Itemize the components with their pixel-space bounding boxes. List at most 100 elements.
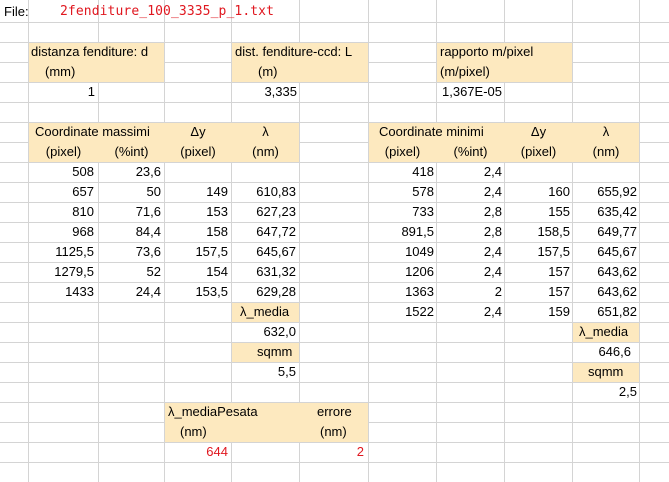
minimi-cell[interactable]: 643,62 — [573, 282, 637, 302]
gridline — [0, 82, 669, 83]
minimi-cell[interactable]: 2,8 — [437, 202, 502, 222]
minimi-cell[interactable]: 2,8 — [437, 222, 502, 242]
minimi-cell[interactable]: 155 — [505, 202, 570, 222]
gridline — [0, 22, 669, 23]
massimi-cell[interactable]: 157,5 — [165, 242, 228, 262]
minimi-cell[interactable]: 158,5 — [505, 222, 570, 242]
minimi-col-int: (%int) — [453, 144, 488, 159]
massimi-dy-header: Δy — [190, 124, 206, 139]
minimi-cell[interactable]: 891,5 — [369, 222, 434, 242]
minimi-cell[interactable]: 1522 — [369, 302, 434, 322]
gridline — [639, 0, 640, 482]
param-L-value[interactable]: 3,335 — [232, 82, 297, 102]
file-name: 2fenditure_100_3335_p_1.txt — [60, 4, 275, 19]
minimi-cell[interactable]: 649,77 — [573, 222, 637, 242]
massimi-cell[interactable]: 73,6 — [99, 242, 161, 262]
minimi-cell[interactable]: 643,62 — [573, 262, 637, 282]
param-d-unit: (mm) — [45, 64, 76, 79]
massimi-sqmm-value[interactable]: 5,5 — [232, 362, 296, 382]
minimi-cell[interactable] — [573, 162, 637, 182]
summary-errore-unit: (nm) — [320, 424, 347, 439]
minimi-cell[interactable]: 1363 — [369, 282, 434, 302]
minimi-cell[interactable] — [505, 162, 570, 182]
minimi-cell[interactable]: 2,4 — [437, 182, 502, 202]
minimi-cell[interactable]: 157 — [505, 262, 570, 282]
minimi-cell[interactable]: 2,4 — [437, 242, 502, 262]
summary-errore-value[interactable]: 2 — [300, 442, 364, 462]
massimi-cell[interactable]: 645,67 — [232, 242, 296, 262]
summary-pesata-unit: (nm) — [180, 424, 207, 439]
massimi-cell[interactable]: 810 — [29, 202, 94, 222]
minimi-cell[interactable]: 418 — [369, 162, 434, 182]
massimi-cell[interactable]: 629,28 — [232, 282, 296, 302]
param-L-title: dist. fenditure-ccd: L — [235, 44, 353, 59]
massimi-cell[interactable]: 610,83 — [232, 182, 296, 202]
massimi-cell[interactable]: 631,32 — [232, 262, 296, 282]
minimi-sqmm-value[interactable]: 2,5 — [573, 382, 637, 402]
minimi-cell[interactable]: 1206 — [369, 262, 434, 282]
massimi-lambda-media-label: λ_media — [240, 304, 290, 319]
gridline — [0, 322, 669, 323]
gridline — [0, 102, 669, 103]
massimi-cell[interactable]: 153,5 — [165, 282, 228, 302]
massimi-cell[interactable]: 71,6 — [99, 202, 161, 222]
massimi-cell[interactable]: 657 — [29, 182, 94, 202]
param-d-value[interactable]: 1 — [29, 82, 95, 102]
minimi-lambda-media-value[interactable]: 646,6 — [573, 342, 631, 362]
minimi-cell[interactable]: 160 — [505, 182, 570, 202]
massimi-cell[interactable] — [232, 162, 296, 182]
minimi-col-lambda: (nm) — [592, 144, 620, 159]
minimi-sqmm-label: sqmm — [588, 364, 624, 379]
massimi-cell[interactable]: 149 — [165, 182, 228, 202]
param-ratio-unit: (m/pixel) — [440, 64, 490, 79]
param-L-unit: (m) — [258, 64, 278, 79]
massimi-col-lambda: (nm) — [252, 144, 279, 159]
minimi-cell[interactable]: 635,42 — [573, 202, 637, 222]
minimi-lambda-header: λ — [602, 124, 610, 139]
massimi-cell[interactable]: 968 — [29, 222, 94, 242]
minimi-col-pixel: (pixel) — [384, 144, 421, 159]
file-label: File: — [4, 4, 29, 19]
summary-pesata-label: λ_mediaPesata — [168, 404, 258, 419]
massimi-cell[interactable]: 508 — [29, 162, 94, 182]
massimi-cell[interactable]: 1279,5 — [29, 262, 94, 282]
massimi-col-int: (%int) — [114, 144, 149, 159]
spreadsheet-grid[interactable]: File: 2fenditure_100_3335_p_1.txt distan… — [0, 0, 669, 482]
massimi-col-pixel: (pixel) — [45, 144, 82, 159]
massimi-cell[interactable]: 627,23 — [232, 202, 296, 222]
massimi-cell[interactable]: 647,72 — [232, 222, 296, 242]
massimi-cell[interactable]: 1125,5 — [29, 242, 94, 262]
massimi-cell[interactable]: 23,6 — [99, 162, 161, 182]
param-ratio-value[interactable]: 1,367E-05 — [437, 82, 502, 102]
minimi-cell[interactable]: 733 — [369, 202, 434, 222]
summary-pesata-value[interactable]: 644 — [165, 442, 228, 462]
minimi-cell[interactable]: 2,4 — [437, 302, 502, 322]
massimi-cell[interactable]: 158 — [165, 222, 228, 242]
minimi-title: Coordinate minimi — [379, 124, 484, 139]
minimi-cell[interactable]: 645,67 — [573, 242, 637, 262]
minimi-cell[interactable]: 651,82 — [573, 302, 637, 322]
massimi-cell[interactable]: 154 — [165, 262, 228, 282]
minimi-col-dy: (pixel) — [520, 144, 557, 159]
minimi-cell[interactable]: 157 — [505, 282, 570, 302]
massimi-cell[interactable]: 24,4 — [99, 282, 161, 302]
massimi-cell[interactable]: 153 — [165, 202, 228, 222]
minimi-cell[interactable]: 159 — [505, 302, 570, 322]
massimi-sqmm-label: sqmm — [257, 344, 293, 359]
minimi-cell[interactable]: 157,5 — [505, 242, 570, 262]
minimi-cell[interactable]: 2 — [437, 282, 502, 302]
minimi-cell[interactable]: 578 — [369, 182, 434, 202]
gridline — [0, 362, 669, 363]
massimi-cell[interactable]: 1433 — [29, 282, 94, 302]
massimi-cell[interactable]: 50 — [99, 182, 161, 202]
massimi-cell[interactable]: 84,4 — [99, 222, 161, 242]
minimi-cell[interactable]: 2,4 — [437, 262, 502, 282]
massimi-lambda-media-value[interactable]: 632,0 — [232, 322, 296, 342]
minimi-lambda-media-label: λ_media — [579, 324, 629, 339]
minimi-cell[interactable]: 2,4 — [437, 162, 502, 182]
massimi-cell[interactable] — [165, 162, 228, 182]
minimi-cell[interactable]: 1049 — [369, 242, 434, 262]
minimi-cell[interactable]: 655,92 — [573, 182, 637, 202]
massimi-cell[interactable]: 52 — [99, 262, 161, 282]
gridline — [0, 382, 669, 383]
